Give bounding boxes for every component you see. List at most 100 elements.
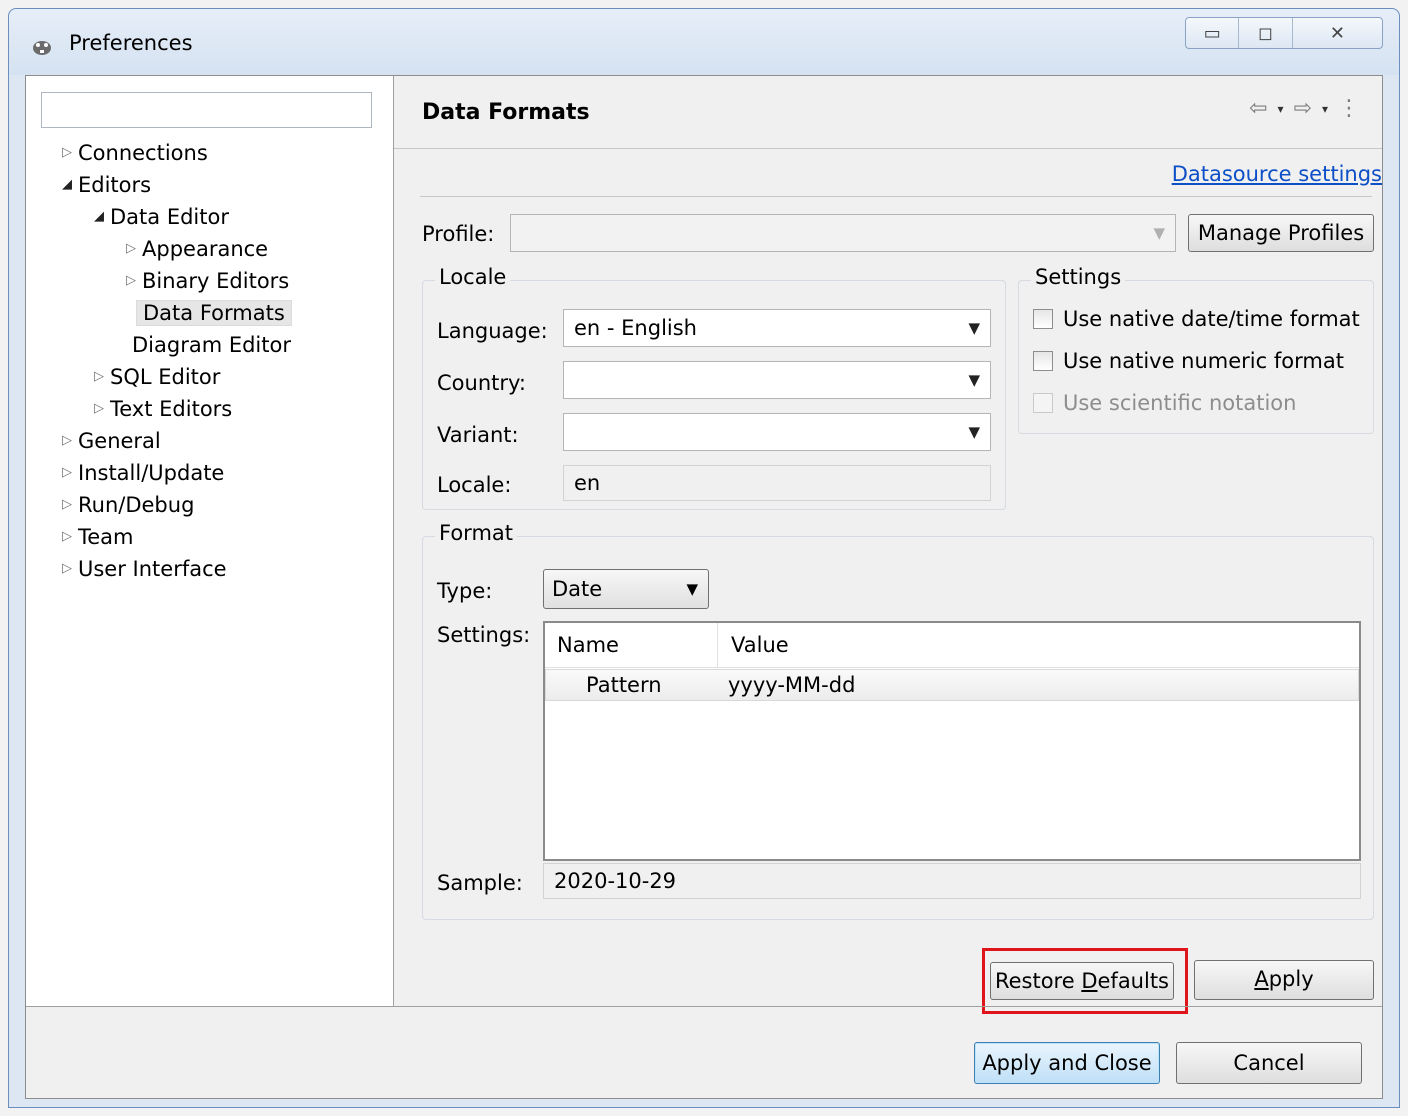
format-group-label: Format <box>435 521 518 545</box>
checkbox-box <box>1033 393 1053 413</box>
tree-item-label: Appearance <box>142 237 269 261</box>
collapse-triangle-icon[interactable]: ◢ <box>88 202 110 232</box>
checkbox-label: Use native date/time format <box>1063 307 1360 331</box>
variant-combo[interactable]: ▼ <box>563 413 991 451</box>
checkbox-box[interactable] <box>1033 351 1053 371</box>
table-row[interactable]: Pattern yyyy-MM-dd <box>545 669 1359 701</box>
expand-triangle-icon[interactable]: ▷ <box>56 426 78 456</box>
settings-label: Settings: <box>437 623 531 647</box>
expand-triangle-icon[interactable]: ▷ <box>120 234 142 264</box>
settings-group: Settings Use native date/time format Use… <box>1018 265 1374 434</box>
close-icon: ✕ <box>1329 22 1345 44</box>
tree-item-label: General <box>78 429 161 453</box>
tree-item-run-debug[interactable]: ▷ Run/Debug <box>56 490 194 520</box>
column-separator[interactable] <box>717 623 718 667</box>
button-label: pply <box>1268 967 1314 991</box>
back-history-dropdown-icon[interactable]: ▾ <box>1278 96 1284 121</box>
checkbox-label: Use scientific notation <box>1063 391 1297 415</box>
expand-triangle-icon[interactable]: ▷ <box>56 458 78 488</box>
tree-item-label: Binary Editors <box>142 269 290 293</box>
maximize-icon: ◻ <box>1258 22 1274 44</box>
tree-item-label: Editors <box>78 173 152 197</box>
dbeaver-beaver-icon <box>33 41 51 55</box>
tree-item-label: Data Formats <box>136 300 292 326</box>
manage-profiles-button[interactable]: Manage Profiles <box>1188 214 1374 252</box>
type-label: Type: <box>437 579 493 603</box>
settings-table[interactable]: Name Value Pattern yyyy-MM-dd <box>543 621 1361 861</box>
window-controls: ▭ ◻ ✕ <box>1185 17 1383 49</box>
tree-item-label: SQL Editor <box>110 365 221 389</box>
table-header: Name Value <box>545 623 1359 668</box>
tree-item-user-interface[interactable]: ▷ User Interface <box>56 554 227 584</box>
locale-field: en <box>563 465 991 501</box>
tree-item-data-editor[interactable]: ◢ Data Editor <box>88 202 229 232</box>
close-button[interactable]: ✕ <box>1293 18 1382 48</box>
preferences-nav: ▷ Connections ◢ Editors ◢ Data Editor ▷ Appe… <box>26 76 394 1006</box>
tree-item-label: Data Editor <box>110 205 229 229</box>
tree-item-label: Text Editors <box>110 397 233 421</box>
tree-item-text-editors[interactable]: ▷ Text Editors <box>88 394 232 424</box>
tree-item-binary-editors[interactable]: ▷ Binary Editors <box>120 266 289 296</box>
native-datetime-checkbox[interactable]: Use native date/time format <box>1033 307 1360 331</box>
collapse-triangle-icon[interactable]: ◢ <box>56 170 78 200</box>
page-navigation: ⇦ ▾ ⇨ ▾ ⋮ <box>1249 96 1360 121</box>
language-combo[interactable]: en - English ▼ <box>563 309 991 347</box>
tree-item-editors[interactable]: ◢ Editors <box>56 170 151 200</box>
chevron-down-icon: ▼ <box>686 580 698 598</box>
chevron-down-icon: ▼ <box>968 423 980 441</box>
native-numeric-checkbox[interactable]: Use native numeric format <box>1033 349 1344 373</box>
tree-item-install-update[interactable]: ▷ Install/Update <box>56 458 224 488</box>
locale-group: Locale Language: en - English ▼ Country:… <box>422 265 1006 510</box>
sample-label: Sample: <box>437 871 523 895</box>
expand-triangle-icon[interactable]: ▷ <box>88 362 110 392</box>
country-combo[interactable]: ▼ <box>563 361 991 399</box>
apply-button[interactable]: Apply <box>1194 960 1374 1000</box>
footer-divider <box>26 1006 1382 1007</box>
filter-input[interactable] <box>41 92 372 128</box>
minimize-button[interactable]: ▭ <box>1186 18 1240 48</box>
checkbox-box[interactable] <box>1033 309 1053 329</box>
expand-triangle-icon[interactable]: ▷ <box>120 266 142 296</box>
tree-item-label: Connections <box>78 141 208 165</box>
tree-item-connections[interactable]: ▷ Connections <box>56 138 208 168</box>
minimize-icon: ▭ <box>1203 22 1221 44</box>
expand-triangle-icon[interactable]: ▷ <box>56 554 78 584</box>
header-divider <box>394 148 1382 149</box>
maximize-button[interactable]: ◻ <box>1239 18 1293 48</box>
expand-triangle-icon[interactable]: ▷ <box>56 138 78 168</box>
title-bar[interactable]: Preferences ▭ ◻ ✕ <box>9 9 1399 75</box>
tree-item-label: Team <box>78 525 134 549</box>
tree-item-appearance[interactable]: ▷ Appearance <box>120 234 268 264</box>
cancel-button[interactable]: Cancel <box>1176 1042 1362 1084</box>
language-label: Language: <box>437 319 548 343</box>
expand-triangle-icon[interactable]: ▷ <box>56 490 78 520</box>
locale-label: Locale: <box>437 473 512 497</box>
tree-item-data-formats[interactable]: Data Formats <box>136 298 292 328</box>
forward-arrow-icon[interactable]: ⇨ <box>1294 96 1312 121</box>
tree-item-diagram-editor[interactable]: ▷Diagram Editor <box>110 330 291 360</box>
tree-item-general[interactable]: ▷ General <box>56 426 161 456</box>
type-combo[interactable]: Date ▼ <box>543 569 709 609</box>
preferences-window: Preferences ▭ ◻ ✕ ▷ Connections ◢ Editors … <box>8 8 1400 1108</box>
expand-triangle-icon[interactable]: ▷ <box>56 522 78 552</box>
country-label: Country: <box>437 371 526 395</box>
variant-label: Variant: <box>437 423 519 447</box>
scientific-notation-checkbox: Use scientific notation <box>1033 391 1296 415</box>
cell-value[interactable]: yyyy-MM-dd <box>728 670 855 700</box>
language-value: en - English <box>574 316 697 340</box>
column-header-name[interactable]: Name <box>557 623 619 667</box>
forward-history-dropdown-icon[interactable]: ▾ <box>1322 96 1328 121</box>
back-arrow-icon[interactable]: ⇦ <box>1249 96 1267 121</box>
expand-triangle-icon[interactable]: ▷ <box>88 394 110 424</box>
checkbox-label: Use native numeric format <box>1063 349 1344 373</box>
profile-combo[interactable]: ▼ <box>510 214 1176 252</box>
tree-item-team[interactable]: ▷ Team <box>56 522 134 552</box>
apply-and-close-button[interactable]: Apply and Close <box>974 1042 1160 1084</box>
tree-item-sql-editor[interactable]: ▷ SQL Editor <box>88 362 220 392</box>
view-menu-icon[interactable]: ⋮ <box>1338 96 1360 121</box>
tree-item-label: Diagram Editor <box>132 333 291 357</box>
section-divider <box>420 196 1372 197</box>
datasource-settings-link[interactable]: Datasource settings <box>1172 162 1382 186</box>
tree-item-label: User Interface <box>78 557 227 581</box>
column-header-value[interactable]: Value <box>731 623 789 667</box>
